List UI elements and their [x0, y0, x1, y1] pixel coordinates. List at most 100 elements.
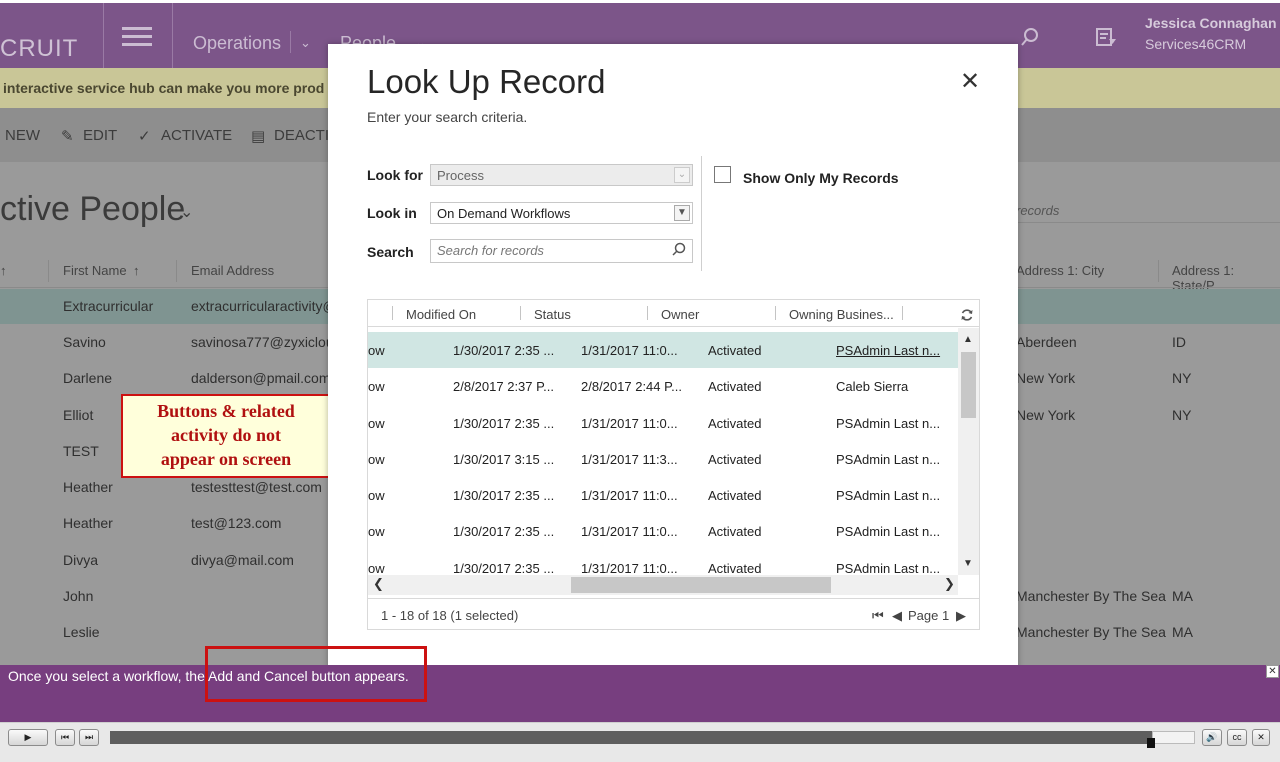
dialog-title: Look Up Record — [367, 63, 606, 100]
close-icon[interactable]: ✕ — [1266, 665, 1279, 678]
row-state[interactable]: MA — [1172, 588, 1193, 604]
cell-status: Activated — [708, 343, 762, 358]
grid-row[interactable]: ow 1/30/2017 2:35 ... 1/31/2017 11:0... … — [368, 550, 958, 575]
grid-row[interactable]: ow 1/30/2017 2:35 ... 1/31/2017 11:0... … — [368, 477, 958, 513]
scroll-up-icon[interactable]: ▲ — [963, 334, 973, 345]
chevron-down-icon[interactable]: ⌄ — [300, 35, 311, 51]
menu-icon[interactable] — [122, 27, 152, 47]
column-divider — [647, 306, 648, 320]
row-first-name[interactable]: Savino — [63, 334, 106, 350]
close-icon[interactable]: ✕ — [960, 67, 980, 96]
column-divider — [392, 306, 393, 320]
show-only-my-records-checkbox[interactable] — [714, 166, 731, 183]
chevron-down-icon[interactable]: ▼ — [674, 205, 690, 221]
scroll-thumb[interactable] — [571, 577, 831, 593]
progress-track[interactable] — [110, 731, 1195, 748]
row-email[interactable]: dalderson@pmail.com — [191, 370, 331, 386]
cell-type: ow — [368, 343, 385, 358]
grid-row[interactable]: ow 1/30/2017 2:35 ... 1/31/2017 11:0... … — [368, 513, 958, 549]
cell-type: ow — [368, 488, 385, 503]
closed-captions-button[interactable]: cc — [1227, 729, 1247, 746]
callout-line: appear on screen — [160, 449, 292, 469]
row-first-name[interactable]: John — [63, 588, 93, 604]
search-icon[interactable] — [672, 242, 686, 256]
row-city[interactable]: Manchester By The Sea — [1016, 588, 1166, 604]
row-state[interactable]: MA — [1172, 624, 1193, 640]
nav-operations[interactable]: Operations — [193, 33, 281, 54]
row-state[interactable]: NY — [1172, 407, 1191, 423]
page-number: Page 1 — [908, 608, 950, 623]
row-first-name[interactable]: TEST — [63, 443, 99, 459]
column-owner[interactable]: Owner — [661, 307, 699, 322]
scroll-thumb[interactable] — [961, 352, 976, 418]
forward-button[interactable]: ⏭ — [79, 729, 99, 746]
owner-link[interactable]: PSAdmin Last n... — [836, 343, 940, 358]
grid-row[interactable]: ow 1/30/2017 2:35 ... 1/31/2017 11:0... … — [368, 405, 958, 441]
callout-line: activity do not — [171, 425, 281, 445]
scroll-down-icon[interactable]: ▼ — [963, 558, 973, 569]
scroll-left-icon[interactable]: ❮ — [373, 576, 384, 592]
grid-row-selected[interactable]: ow 1/30/2017 2:35 ... 1/31/2017 11:0... … — [368, 332, 958, 368]
column-owning-business[interactable]: Owning Busines... — [789, 307, 894, 322]
view-search-input[interactable]: records — [1010, 203, 1280, 223]
column-status[interactable]: Status — [534, 307, 571, 322]
column-modified-on[interactable]: Modified On — [406, 307, 476, 322]
grid-row[interactable]: ow 1/30/2017 3:15 ... 1/31/2017 11:3... … — [368, 441, 958, 477]
cell-type: ow — [368, 379, 385, 394]
sort-up-icon[interactable]: ↑ — [0, 263, 7, 278]
row-city[interactable]: Manchester By The Sea — [1016, 624, 1166, 640]
chevron-down-icon: ⌄ — [674, 167, 690, 183]
row-first-name[interactable]: Heather — [63, 479, 113, 495]
search-icon[interactable] — [1020, 27, 1040, 53]
edit-button[interactable]: EDIT — [83, 127, 117, 144]
row-email[interactable]: divya@mail.com — [191, 552, 294, 568]
row-first-name[interactable]: Heather — [63, 515, 113, 531]
header-divider — [290, 31, 291, 53]
results-grid: Modified On Status Owner Owning Busines.… — [367, 299, 980, 630]
row-first-name[interactable]: Darlene — [63, 370, 112, 386]
previous-page-icon[interactable]: ◀ — [892, 608, 902, 624]
column-email-address[interactable]: Email Address — [191, 263, 274, 278]
show-only-my-records-label[interactable]: Show Only My Records — [743, 170, 899, 186]
row-email[interactable]: test@123.com — [191, 515, 281, 531]
column-city[interactable]: Address 1: City — [1016, 263, 1104, 278]
activate-button[interactable]: ACTIVATE — [161, 127, 232, 144]
close-icon[interactable]: ✕ — [1252, 729, 1270, 746]
horizontal-scrollbar[interactable]: ❮ ❯ — [368, 575, 958, 595]
first-page-icon[interactable]: ⏮ — [872, 608, 884, 624]
header-divider — [172, 3, 173, 68]
next-page-icon[interactable]: ▶ — [956, 608, 966, 624]
grid-footer: 1 - 18 of 18 (1 selected) ⏮ ◀ Page 1 ▶ — [368, 598, 979, 629]
volume-icon[interactable]: 🔊 — [1202, 729, 1222, 746]
row-first-name[interactable]: Elliot — [63, 407, 93, 423]
look-in-select[interactable]: On Demand Workflows ▼ — [430, 202, 693, 224]
row-city[interactable]: New York — [1016, 370, 1075, 386]
advanced-find-icon[interactable] — [1095, 27, 1117, 53]
record-count: 1 - 18 of 18 (1 selected) — [381, 608, 519, 623]
row-first-name[interactable]: Leslie — [63, 624, 100, 640]
rewind-button[interactable]: ⏮ — [55, 729, 75, 746]
user-name[interactable]: Jessica Connaghan — [1145, 15, 1277, 31]
row-email[interactable]: testesttest@test.com — [191, 479, 322, 495]
row-first-name[interactable]: Divya — [63, 552, 98, 568]
cell-owner: PSAdmin Last n... — [836, 524, 941, 539]
column-first-name[interactable]: First Name — [63, 263, 127, 278]
chevron-down-icon[interactable]: ⌄ — [180, 202, 193, 222]
new-button[interactable]: NEW — [5, 127, 40, 144]
row-city[interactable]: Aberdeen — [1016, 334, 1077, 350]
row-city[interactable]: New York — [1016, 407, 1075, 423]
row-state[interactable]: NY — [1172, 370, 1191, 386]
play-button[interactable]: ▶ — [8, 729, 48, 746]
refresh-icon[interactable] — [960, 308, 974, 322]
row-email[interactable]: savinosa777@zyxiclou — [191, 334, 334, 350]
vertical-scrollbar[interactable]: ▲ ▼ — [958, 328, 979, 575]
view-title[interactable]: ctive People — [0, 190, 185, 229]
row-first-name[interactable]: Extracurricular — [63, 298, 153, 314]
header-divider — [103, 3, 104, 68]
row-state[interactable]: ID — [1172, 334, 1186, 350]
scroll-right-icon[interactable]: ❯ — [944, 576, 955, 592]
progress-knob[interactable] — [1147, 738, 1155, 748]
search-input[interactable]: Search for records — [430, 239, 693, 263]
row-email[interactable]: extracurricularactivity@ — [191, 298, 337, 314]
grid-row[interactable]: ow 2/8/2017 2:37 P... 2/8/2017 2:44 P...… — [368, 368, 958, 404]
